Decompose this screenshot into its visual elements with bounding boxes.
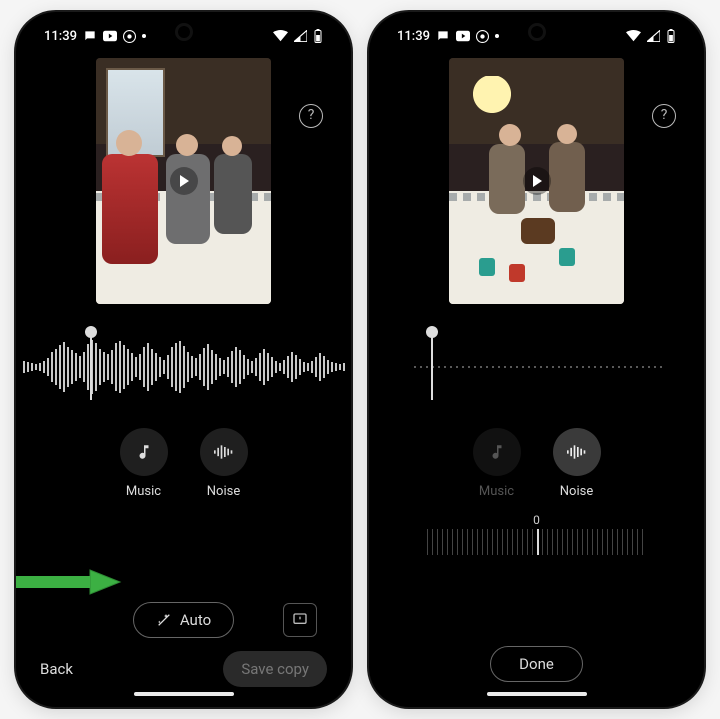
waveform	[22, 337, 345, 397]
status-dot	[495, 34, 499, 38]
feedback-button[interactable]	[283, 603, 317, 637]
playhead[interactable]	[90, 332, 92, 400]
bottom-area-right: Done	[375, 641, 698, 687]
battery-icon	[313, 29, 323, 44]
front-camera-hole	[531, 26, 543, 38]
phone-left: 11:39 ?	[16, 12, 351, 707]
clock: 11:39	[397, 29, 430, 44]
bottom-area-left: Auto Back Save copy	[22, 597, 345, 687]
save-copy-button[interactable]: Save copy	[223, 651, 327, 687]
content-left: ?	[22, 52, 345, 701]
noise-label: Noise	[560, 484, 593, 499]
noise-label: Noise	[207, 484, 240, 499]
music-note-icon	[488, 443, 506, 461]
music-chip[interactable]: Music	[473, 428, 521, 499]
music-label: Music	[126, 484, 161, 499]
chat-bubble-icon	[83, 29, 97, 43]
slider-track[interactable]	[427, 529, 647, 555]
help-icon: ?	[308, 107, 315, 123]
noise-chip[interactable]: Noise	[200, 428, 248, 499]
phone-right: 11:39 ?	[369, 12, 704, 707]
music-label: Music	[479, 484, 514, 499]
play-icon	[533, 175, 542, 187]
soundwave-icon	[567, 444, 587, 460]
youtube-icon	[103, 30, 117, 42]
video-preview[interactable]	[96, 58, 271, 304]
done-label: Done	[519, 655, 554, 673]
status-right	[626, 29, 676, 44]
help-button[interactable]: ?	[652, 104, 676, 128]
music-chip[interactable]: Music	[120, 428, 168, 499]
gesture-handle[interactable]	[487, 692, 587, 696]
signal-icon	[294, 30, 307, 42]
screen-left: 11:39 ?	[22, 18, 345, 701]
content-right: ?	[375, 52, 698, 701]
auto-label: Auto	[180, 611, 211, 629]
chat-bubble-icon	[436, 29, 450, 43]
signal-icon	[647, 30, 660, 42]
youtube-icon	[456, 30, 470, 42]
done-button[interactable]: Done	[490, 646, 583, 682]
magic-wand-icon	[156, 612, 172, 628]
play-button[interactable]	[523, 167, 551, 195]
waveform-flat	[412, 366, 662, 368]
waveform-area[interactable]	[54, 332, 314, 402]
status-dot	[142, 34, 146, 38]
chrome-icon	[123, 30, 136, 43]
noise-chip[interactable]: Noise	[553, 428, 601, 499]
feedback-icon	[292, 612, 308, 628]
waveform-area[interactable]	[407, 332, 667, 402]
status-left: 11:39	[44, 29, 146, 44]
noise-slider[interactable]: 0	[427, 513, 647, 555]
soundwave-icon	[214, 444, 234, 460]
back-button[interactable]: Back	[40, 660, 73, 678]
wifi-icon	[626, 30, 641, 42]
playhead[interactable]	[431, 332, 433, 400]
screen-right: 11:39 ?	[375, 18, 698, 701]
status-left: 11:39	[397, 29, 499, 44]
play-button[interactable]	[170, 167, 198, 195]
chrome-icon	[476, 30, 489, 43]
status-right	[273, 29, 323, 44]
clock: 11:39	[44, 29, 77, 44]
audio-chips: Music Noise	[120, 428, 248, 499]
video-preview[interactable]	[449, 58, 624, 304]
wifi-icon	[273, 30, 288, 42]
help-button[interactable]: ?	[299, 104, 323, 128]
front-camera-hole	[178, 26, 190, 38]
slider-value: 0	[427, 513, 647, 527]
gesture-handle[interactable]	[134, 692, 234, 696]
music-note-icon	[135, 443, 153, 461]
audio-chips: Music Noise	[473, 428, 601, 499]
auto-button[interactable]: Auto	[133, 602, 234, 638]
play-icon	[180, 175, 189, 187]
battery-icon	[666, 29, 676, 44]
help-icon: ?	[661, 107, 668, 123]
